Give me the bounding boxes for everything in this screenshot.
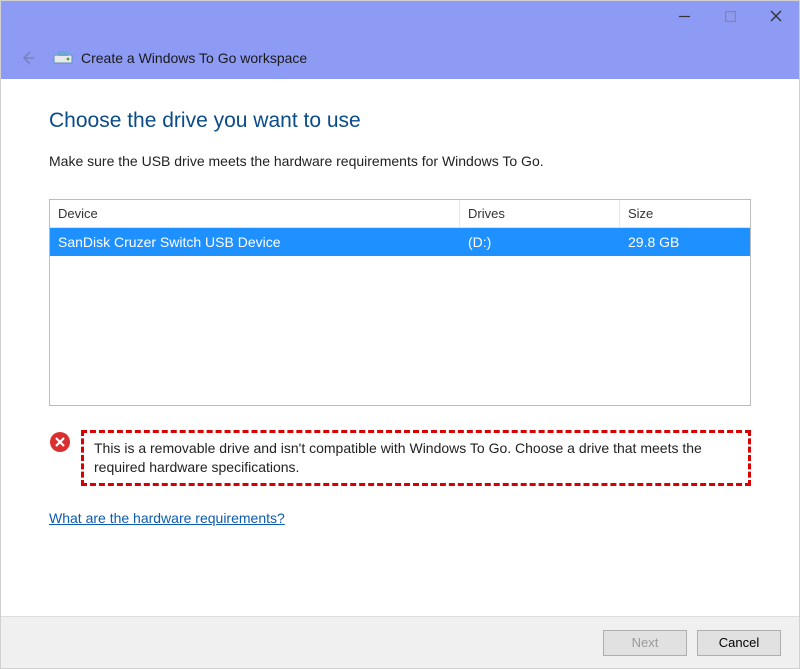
warning-block: This is a removable drive and isn't comp… (49, 430, 751, 486)
cancel-button[interactable]: Cancel (697, 630, 781, 656)
warning-text: This is a removable drive and isn't comp… (81, 430, 751, 486)
cell-size: 29.8 GB (620, 228, 750, 256)
window-controls (661, 1, 799, 31)
titlebar: Create a Windows To Go workspace (1, 1, 799, 79)
drive-list-header: Device Drives Size (50, 200, 750, 228)
cell-drives: (D:) (460, 228, 620, 256)
drive-row[interactable]: SanDisk Cruzer Switch USB Device (D:) 29… (50, 228, 750, 256)
column-header-drives[interactable]: Drives (460, 200, 620, 227)
column-header-device[interactable]: Device (50, 200, 460, 227)
back-arrow-icon (17, 47, 39, 69)
error-icon (49, 430, 71, 452)
minimize-button[interactable] (661, 1, 707, 31)
page-heading: Choose the drive you want to use (49, 109, 751, 133)
wizard-footer: Next Cancel (1, 616, 799, 668)
close-button[interactable] (753, 1, 799, 31)
page-subheading: Make sure the USB drive meets the hardwa… (49, 153, 751, 169)
cell-device: SanDisk Cruzer Switch USB Device (50, 228, 460, 256)
window-title: Create a Windows To Go workspace (81, 50, 307, 66)
next-button: Next (603, 630, 687, 656)
drive-list[interactable]: Device Drives Size SanDisk Cruzer Switch… (49, 199, 751, 406)
app-drive-icon (53, 48, 73, 68)
maximize-button[interactable] (707, 1, 753, 31)
wizard-content: Choose the drive you want to use Make su… (1, 79, 799, 528)
hardware-requirements-link[interactable]: What are the hardware requirements? (49, 510, 285, 526)
column-header-size[interactable]: Size (620, 200, 750, 227)
